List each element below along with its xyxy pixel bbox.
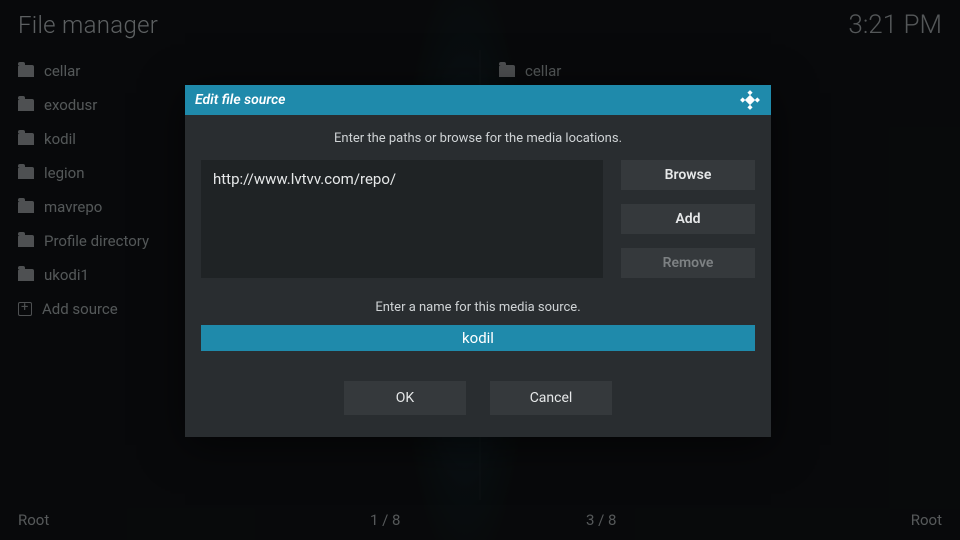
browse-button[interactable]: Browse bbox=[621, 160, 755, 190]
add-button[interactable]: Add bbox=[621, 204, 755, 234]
edit-file-source-dialog: Edit file source Enter the paths or brow… bbox=[185, 85, 771, 437]
path-value: http://www.lvtvv.com/repo/ bbox=[213, 170, 591, 188]
app-root: File manager 3:21 PM cellar exodusr kodi… bbox=[0, 0, 960, 540]
paths-instruction: Enter the paths or browse for the media … bbox=[201, 131, 755, 146]
ok-button[interactable]: OK bbox=[344, 381, 466, 415]
cancel-button[interactable]: Cancel bbox=[490, 381, 612, 415]
path-input[interactable]: http://www.lvtvv.com/repo/ bbox=[201, 160, 603, 278]
path-buttons-column: Browse Add Remove bbox=[621, 160, 755, 278]
remove-button[interactable]: Remove bbox=[621, 248, 755, 278]
kodi-logo-icon bbox=[739, 89, 761, 111]
dialog-header: Edit file source bbox=[185, 85, 771, 115]
dialog-title: Edit file source bbox=[195, 92, 286, 108]
name-instruction: Enter a name for this media source. bbox=[201, 300, 755, 315]
source-name-input[interactable]: kodil bbox=[201, 325, 755, 351]
dialog-actions: OK Cancel bbox=[201, 381, 755, 415]
paths-row: http://www.lvtvv.com/repo/ Browse Add Re… bbox=[201, 160, 755, 278]
dialog-body: Enter the paths or browse for the media … bbox=[185, 115, 771, 437]
